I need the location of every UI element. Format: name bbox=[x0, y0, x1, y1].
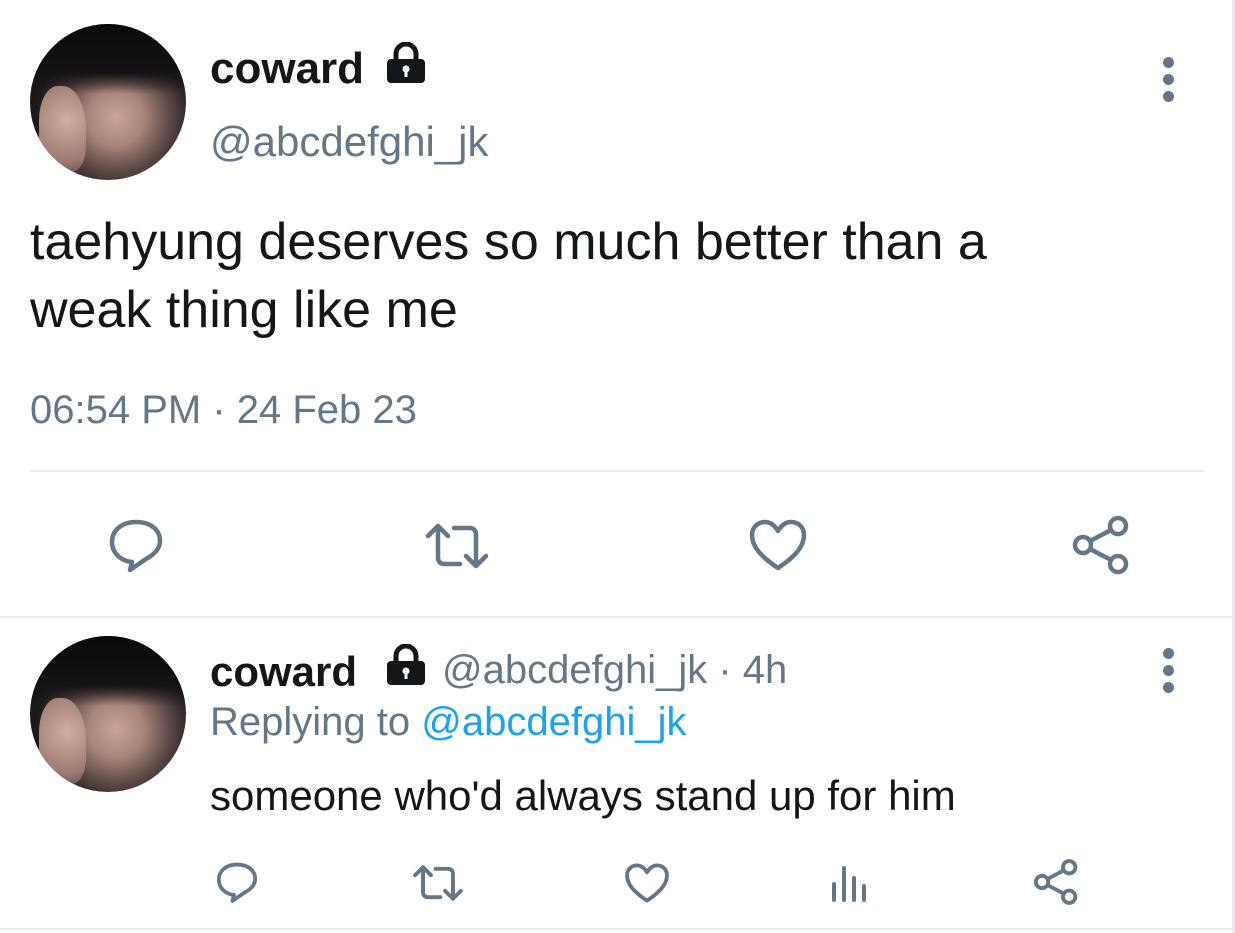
tweet-text-line-2: weak thing like me bbox=[30, 281, 458, 339]
bottom-divider bbox=[0, 928, 1235, 930]
user-handle[interactable]: @abcdefghi_jk bbox=[210, 118, 488, 166]
reply-text: someone who'd always stand up for him bbox=[210, 772, 956, 819]
heart-icon[interactable] bbox=[624, 862, 670, 904]
heart-icon[interactable] bbox=[748, 518, 808, 572]
tweet-timestamp: 06:54 PM · 24 Feb 23 bbox=[30, 388, 417, 432]
more-vertical-icon[interactable] bbox=[1160, 57, 1176, 108]
reply-display-name[interactable]: coward bbox=[210, 648, 357, 696]
reply-avatar[interactable] bbox=[30, 636, 186, 792]
share-icon[interactable] bbox=[1032, 858, 1080, 906]
more-vertical-icon[interactable] bbox=[1160, 648, 1176, 699]
replying-to: Replying to @abcdefghi_jk bbox=[210, 700, 686, 745]
divider bbox=[30, 470, 1204, 472]
reply-icon[interactable] bbox=[214, 860, 260, 904]
avatar-hand bbox=[39, 86, 87, 173]
display-name[interactable]: coward bbox=[210, 44, 364, 94]
analytics-icon[interactable] bbox=[828, 862, 870, 904]
avatar[interactable] bbox=[30, 24, 186, 180]
share-icon[interactable] bbox=[1070, 514, 1132, 576]
retweet-icon[interactable] bbox=[424, 522, 490, 570]
replying-handle-link[interactable]: @abcdefghi_jk bbox=[421, 700, 686, 744]
tweet-text-line-1: taehyung deserves so much better than a bbox=[30, 213, 987, 271]
reply-icon[interactable] bbox=[106, 516, 166, 574]
reply-handle-time[interactable]: @abcdefghi_jk · 4h bbox=[442, 648, 787, 693]
avatar-hand bbox=[39, 698, 87, 785]
avatar-hair bbox=[30, 636, 186, 707]
lock-icon bbox=[387, 644, 425, 685]
lock-icon bbox=[387, 42, 425, 83]
tweet-separator bbox=[0, 616, 1235, 618]
retweet-icon[interactable] bbox=[412, 864, 464, 902]
avatar-hair bbox=[30, 24, 186, 95]
replying-prefix: Replying to bbox=[210, 700, 411, 744]
